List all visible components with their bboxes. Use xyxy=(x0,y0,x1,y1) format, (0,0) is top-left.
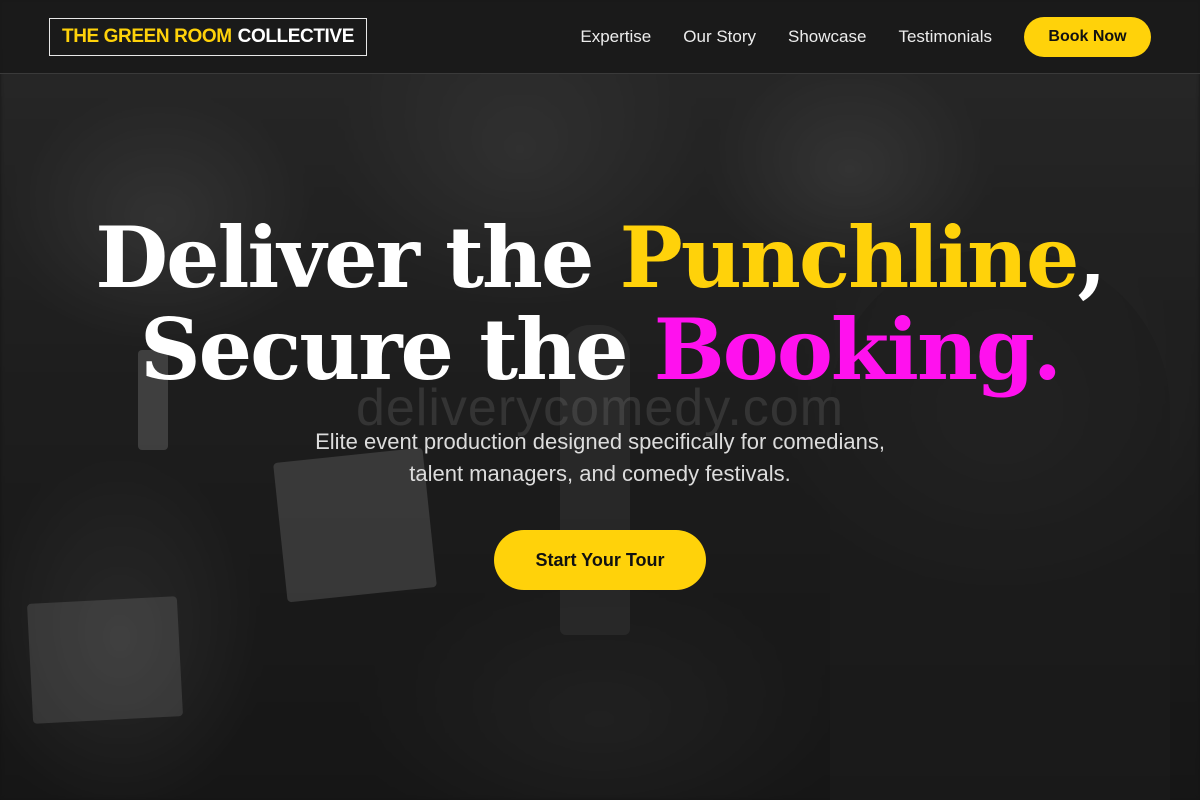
headline-line1-end: , xyxy=(1077,208,1107,307)
hero-subtitle-line1: Elite event production designed specific… xyxy=(315,429,885,454)
nav-link-expertise[interactable]: Expertise xyxy=(580,27,651,47)
hero-subtitle-line2: talent managers, and comedy festivals. xyxy=(409,461,791,486)
nav-link-showcase[interactable]: Showcase xyxy=(788,27,866,47)
logo-rest-text: COLLECTIVE xyxy=(237,25,355,47)
nav-link-testimonials[interactable]: Testimonials xyxy=(898,27,992,47)
nav-link-our-story[interactable]: Our Story xyxy=(683,27,756,47)
site-header: THE GREEN ROOM COLLECTIVE Expertise Our … xyxy=(0,0,1200,74)
logo-accent-text: THE GREEN ROOM xyxy=(62,25,232,47)
headline-highlight-punchline: Punchline xyxy=(619,208,1080,307)
headline-line1-start: Deliver the xyxy=(95,208,620,307)
hero-subtitle: Elite event production designed specific… xyxy=(0,426,1200,490)
hero-headline: Deliver the Punchline, Secure the Bookin… xyxy=(0,212,1200,396)
book-now-button[interactable]: Book Now xyxy=(1024,16,1151,57)
main-nav: Expertise Our Story Showcase Testimonial… xyxy=(580,16,1151,57)
start-tour-button[interactable]: Start Your Tour xyxy=(494,530,706,590)
site-logo[interactable]: THE GREEN ROOM COLLECTIVE xyxy=(49,17,367,56)
